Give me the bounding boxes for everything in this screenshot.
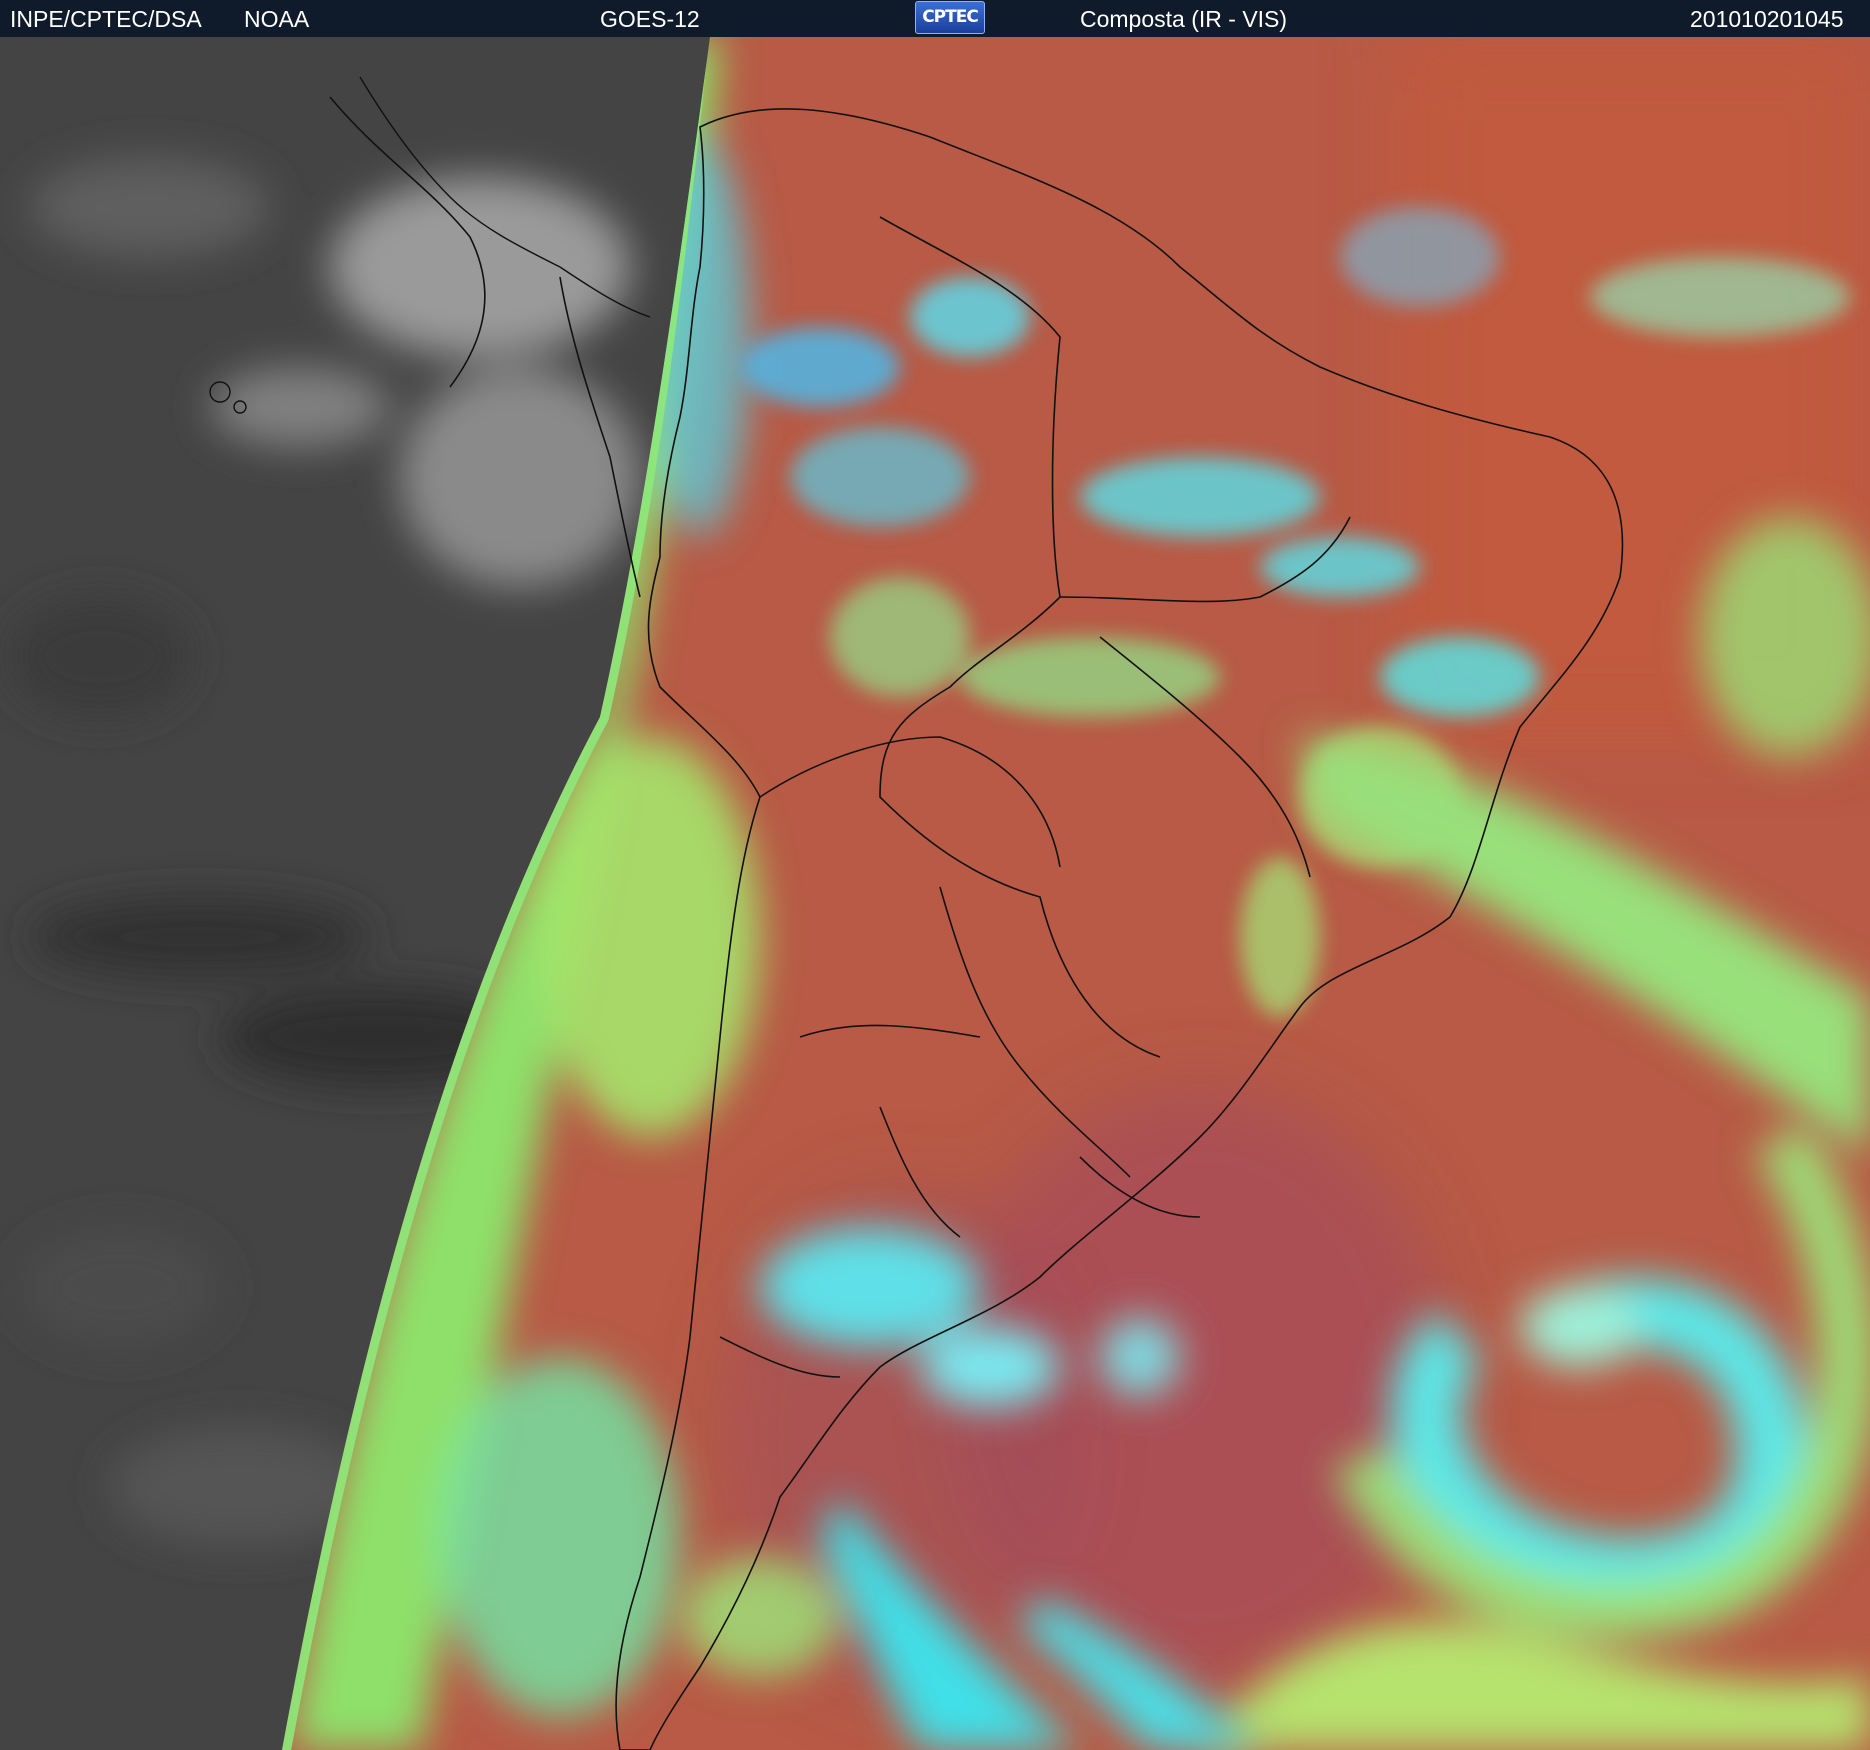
satellite-label: GOES-12 [600, 6, 700, 32]
satellite-map [0, 37, 1870, 1750]
institution-label: INPE/CPTEC/DSA [10, 6, 202, 32]
image-header: INPE/CPTEC/DSA NOAA GOES-12 CPTEC Compos… [0, 0, 1870, 37]
agency-label: NOAA [244, 6, 310, 32]
product-label: Composta (IR - VIS) [1080, 6, 1288, 32]
satellite-composite-image [0, 37, 1870, 1750]
cptec-logo: CPTEC [915, 1, 985, 34]
timestamp-label: 201010201045 [1690, 6, 1844, 32]
